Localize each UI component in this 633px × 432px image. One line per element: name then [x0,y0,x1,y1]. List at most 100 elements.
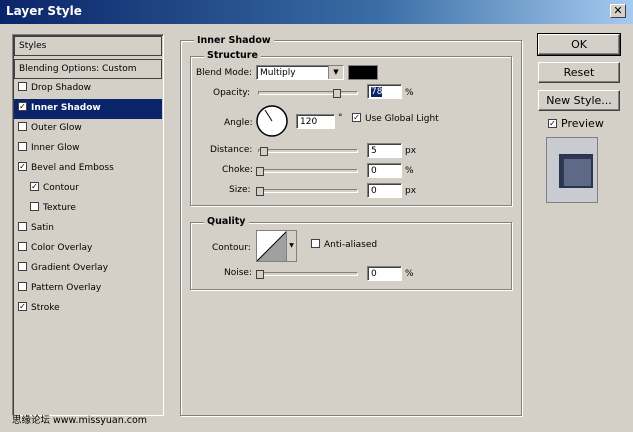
chevron-down-icon: ▼ [286,231,296,261]
style-item-drop-shadow[interactable]: Drop Shadow [14,79,162,99]
angle-dial[interactable] [256,105,289,138]
distance-slider-track[interactable] [258,149,358,153]
choke-value: 0 [371,166,377,176]
style-item-outer-glow[interactable]: Outer Glow [14,119,162,139]
blend-mode-value: Multiply [260,68,296,78]
drop-shadow-checkbox[interactable] [18,82,27,91]
style-item-color-overlay[interactable]: Color Overlay [14,239,162,259]
style-item-label: Satin [31,223,54,233]
style-item-label: Color Overlay [31,243,93,253]
reset-button[interactable]: Reset [538,62,620,83]
ok-button[interactable]: OK [537,33,621,56]
noise-slider-thumb[interactable] [256,270,264,279]
style-item-inner-shadow[interactable]: ✓ Inner Shadow [14,99,162,119]
anti-aliased-checkbox[interactable] [311,239,320,248]
choke-unit: % [405,166,414,176]
texture-checkbox[interactable] [30,202,39,211]
style-item-gradient-overlay[interactable]: Gradient Overlay [14,259,162,279]
contour-picker[interactable]: ▼ [256,230,297,262]
blending-options-item[interactable]: Blending Options: Custom [14,59,162,79]
satin-checkbox[interactable] [18,222,27,231]
opacity-value: 78 [371,87,383,97]
section-title: Inner Shadow [194,35,274,46]
noise-label: Noise: [224,268,252,278]
stroke-checkbox[interactable]: ✓ [18,302,27,311]
shadow-color-swatch[interactable] [348,65,378,80]
styles-header[interactable]: Styles [14,36,162,56]
choke-slider-track[interactable] [258,169,358,173]
style-item-stroke[interactable]: ✓ Stroke [14,299,162,319]
style-preview-thumbnail [546,137,598,203]
contour-label: Contour: [212,243,251,253]
pattern-overlay-checkbox[interactable] [18,282,27,291]
preview-option[interactable]: ✓ Preview [548,117,604,130]
angle-label: Angle: [224,118,253,128]
gradient-overlay-checkbox[interactable] [18,262,27,271]
opacity-label: Opacity: [213,88,250,98]
style-item-bevel-emboss[interactable]: ✓ Bevel and Emboss [14,159,162,179]
anti-aliased-option[interactable]: Anti-aliased [311,239,378,250]
style-item-label: Texture [43,203,76,213]
choke-label: Choke: [222,165,253,175]
opacity-slider-thumb[interactable] [333,89,341,98]
preview-checkbox[interactable]: ✓ [548,118,557,128]
chevron-down-icon: ▼ [328,66,343,79]
noise-value: 0 [371,269,377,279]
style-item-label: Inner Glow [31,143,80,153]
style-item-pattern-overlay[interactable]: Pattern Overlay [14,279,162,299]
opacity-unit: % [405,88,414,98]
style-item-label: Gradient Overlay [31,263,109,273]
contour-checkbox[interactable]: ✓ [30,182,39,191]
anti-aliased-label: Anti-aliased [324,240,378,250]
style-item-inner-glow[interactable]: Inner Glow [14,139,162,159]
style-item-label: Drop Shadow [31,83,92,93]
size-slider-track[interactable] [258,189,358,193]
global-light-label: Use Global Light [365,114,439,124]
size-label: Size: [229,185,251,195]
blend-mode-select[interactable]: Multiply ▼ [256,65,344,80]
angle-unit: ° [338,113,343,123]
distance-unit: px [405,146,417,156]
title-bar [0,0,633,24]
quality-title: Quality [204,216,249,227]
inner-shadow-checkbox[interactable]: ✓ [18,102,27,111]
color-overlay-checkbox[interactable] [18,242,27,251]
watermark: 思缘论坛 www.missyuan.com [12,415,148,426]
angle-value: 120 [300,117,318,127]
preview-label: Preview [561,117,604,130]
distance-value: 5 [371,146,377,156]
style-item-satin[interactable]: Satin [14,219,162,239]
close-icon: ✕ [613,4,623,17]
window-title: Layer Style [6,4,82,18]
size-input[interactable]: 0 [367,183,402,198]
style-item-label: Outer Glow [31,123,82,133]
angle-input[interactable]: 120 [296,114,335,129]
distance-input[interactable]: 5 [367,143,402,158]
style-item-label: Stroke [31,303,60,313]
distance-label: Distance: [210,145,253,155]
distance-slider-thumb[interactable] [260,147,268,156]
opacity-input[interactable]: 78 [367,84,402,99]
global-light-option[interactable]: ✓ Use Global Light [352,113,439,124]
close-button[interactable]: ✕ [610,4,626,18]
choke-slider-thumb[interactable] [256,167,264,176]
opacity-slider-track[interactable] [258,91,358,95]
new-style-button[interactable]: New Style... [538,90,620,111]
blend-mode-label: Blend Mode: [196,68,253,78]
global-light-checkbox[interactable]: ✓ [352,113,361,122]
inner-glow-checkbox[interactable] [18,142,27,151]
outer-glow-checkbox[interactable] [18,122,27,131]
style-item-texture[interactable]: Texture [14,199,162,219]
contour-preview-icon [257,231,287,261]
choke-input[interactable]: 0 [367,163,402,178]
size-slider-thumb[interactable] [256,187,264,196]
size-unit: px [405,186,417,196]
style-item-label: Bevel and Emboss [31,163,114,173]
style-item-label: Contour [43,183,79,193]
style-item-label: Inner Shadow [31,103,101,113]
style-item-contour[interactable]: ✓ Contour [14,179,162,199]
noise-input[interactable]: 0 [367,266,402,281]
structure-title: Structure [204,50,261,61]
bevel-emboss-checkbox[interactable]: ✓ [18,162,27,171]
noise-slider-track[interactable] [258,272,358,276]
